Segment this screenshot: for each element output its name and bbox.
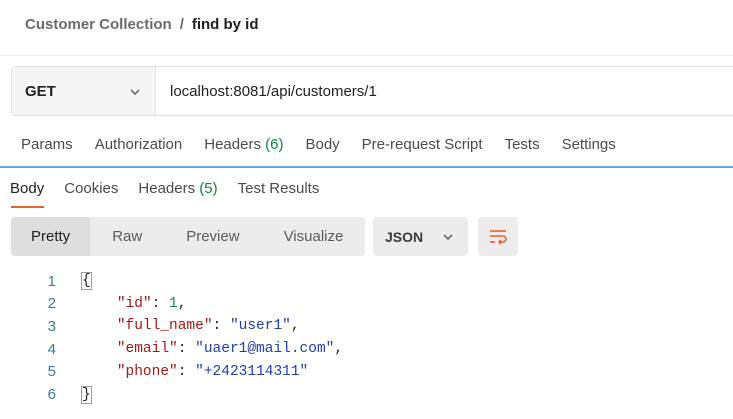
view-mode-selector: Pretty Raw Preview Visualize <box>11 217 366 256</box>
json-separator: : <box>212 318 230 335</box>
view-mode-raw[interactable]: Raw <box>90 217 164 256</box>
tab-headers[interactable]: Headers (6) <box>193 130 294 153</box>
response-tabs: Body Cookies Headers (5) Test Results <box>0 176 329 208</box>
json-value: "uaer1@mail.com" <box>195 341 335 358</box>
breadcrumb-collection[interactable]: Customer Collection <box>25 16 172 33</box>
json-separator: : <box>177 363 196 380</box>
json-key: "full_name" <box>116 318 213 335</box>
line-number: 4 <box>47 340 56 358</box>
code-line: 3 "full_name": "user1", <box>0 315 733 337</box>
json-brace: } <box>81 385 92 404</box>
panel-divider <box>0 166 733 168</box>
line-number: 5 <box>47 363 56 381</box>
tab-authorization[interactable]: Authorization <box>84 130 194 153</box>
tab-label: Pre-request Script <box>361 136 483 153</box>
format-select[interactable]: JSON <box>373 217 468 256</box>
code-line: 2 "id": 1, <box>0 293 733 315</box>
tab-label: Test Results <box>237 180 320 197</box>
tab-label: Headers <box>204 136 261 153</box>
tab-label: Params <box>21 136 73 153</box>
format-label: JSON <box>385 228 424 245</box>
json-separator: : <box>177 341 196 358</box>
json-value: 1 <box>169 295 178 312</box>
breadcrumb-request-name[interactable]: find by id <box>192 16 259 33</box>
json-comma: , <box>334 341 344 358</box>
json-brace: { <box>81 272 92 290</box>
tab-label: Body <box>10 180 45 197</box>
line-number: 6 <box>47 386 56 403</box>
method-select[interactable]: GET <box>12 67 156 115</box>
response-tab-headers[interactable]: Headers (5) <box>128 176 227 208</box>
tab-pre-request-script[interactable]: Pre-request Script <box>351 130 494 153</box>
view-mode-pretty[interactable]: Pretty <box>11 217 91 256</box>
wrap-lines-icon <box>490 229 507 245</box>
line-number: 2 <box>47 295 56 313</box>
chevron-down-icon <box>443 234 453 240</box>
header-divider <box>0 55 733 56</box>
tab-label: Headers <box>138 180 196 197</box>
code-text: } <box>81 385 92 404</box>
tab-count-badge: (6) <box>265 136 284 153</box>
response-tab-body[interactable]: Body <box>0 176 54 208</box>
json-key: "phone" <box>116 363 178 380</box>
line-number: 1 <box>47 272 56 290</box>
response-tab-test-results[interactable]: Test Results <box>228 176 330 208</box>
tab-settings[interactable]: Settings <box>551 130 627 153</box>
code-line: 6} <box>0 384 733 406</box>
code-line: 4 "email": "uaer1@mail.com", <box>0 338 733 360</box>
tab-count-badge: (5) <box>199 180 218 197</box>
request-tabs: Params Authorization Headers (6) Body Pre-re… <box>0 130 733 166</box>
code-text: { <box>81 272 92 290</box>
breadcrumb-separator: / <box>179 16 184 33</box>
tab-params[interactable]: Params <box>10 130 84 153</box>
code-text: "phone": "+2423114311" <box>82 364 308 380</box>
chevron-down-icon <box>130 89 140 95</box>
request-bar: GET <box>11 66 733 116</box>
view-mode-visualize[interactable]: Visualize <box>262 217 366 256</box>
json-value: "user1" <box>229 318 291 335</box>
url-input[interactable] <box>156 67 733 115</box>
json-key: "email" <box>116 341 178 358</box>
wrap-lines-button[interactable] <box>478 217 518 256</box>
code-line: 1{ <box>0 270 733 292</box>
tab-label: Body <box>305 136 340 153</box>
tab-tests[interactable]: Tests <box>494 130 551 153</box>
json-comma: , <box>177 295 187 312</box>
json-key: "id" <box>116 295 152 312</box>
code-line: 5 "phone": "+2423114311" <box>0 361 733 383</box>
tab-label: Authorization <box>94 136 183 153</box>
tab-label: Tests <box>504 136 540 153</box>
json-separator: : <box>151 295 170 312</box>
json-value: "+2423114311" <box>195 363 309 380</box>
tab-label: Cookies <box>64 180 119 197</box>
method-label: GET <box>25 82 56 100</box>
code-text: "id": 1, <box>82 295 187 312</box>
tab-label: Settings <box>561 136 616 153</box>
view-mode-preview[interactable]: Preview <box>164 217 261 256</box>
line-number: 3 <box>47 317 56 335</box>
code-text: "full_name": "user1", <box>82 318 300 334</box>
code-text: "email": "uaer1@mail.com", <box>82 341 343 357</box>
breadcrumb: Customer Collection / find by id <box>25 16 259 33</box>
tab-body[interactable]: Body <box>294 130 350 153</box>
json-comma: , <box>290 318 300 335</box>
response-tab-cookies[interactable]: Cookies <box>54 176 128 208</box>
